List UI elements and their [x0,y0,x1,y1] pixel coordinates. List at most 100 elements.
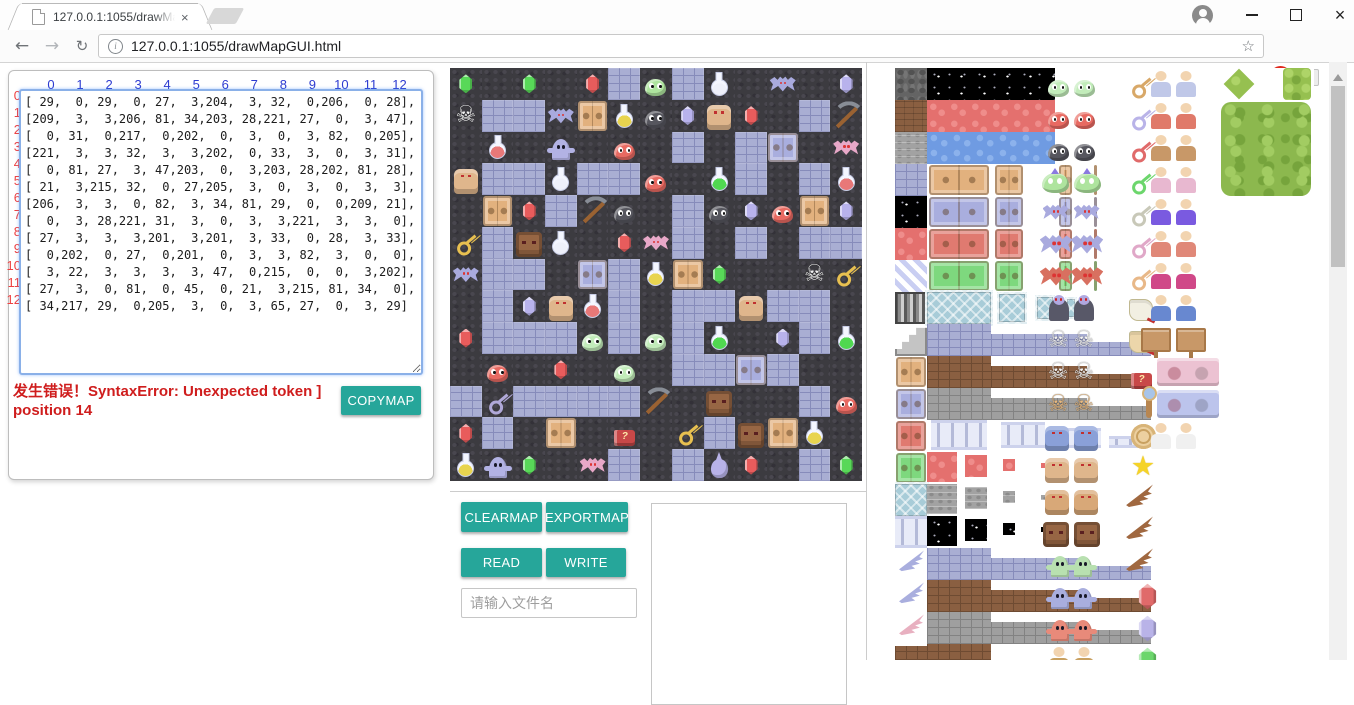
refresh-icon[interactable]: ↻ [68,30,96,61]
map-cell-golem[interactable] [450,163,482,195]
tileset-item-white-girl-pair[interactable] [1157,420,1189,452]
map-cell-blue-door[interactable] [735,354,767,386]
map-cell-dark-floor[interactable] [735,386,767,418]
map-cell-black-slime[interactable] [640,100,672,132]
tileset-item-redf[interactable] [965,455,987,477]
tileset-item-big-tree[interactable] [1221,102,1311,196]
tileset-item-redf[interactable] [895,228,927,260]
map-cell-brick-wall[interactable] [608,68,640,100]
map-cell-dark-floor[interactable] [799,68,831,100]
map-cell-dark-floor[interactable] [672,386,704,418]
map-cell-dark-floor[interactable] [545,449,577,481]
map-cell-golem[interactable] [545,290,577,322]
tileset-item-old-man-pair[interactable] [1157,68,1189,100]
map-cell-brick-wall[interactable] [735,163,767,195]
tileset-item-red-bat-pair[interactable] [1055,260,1087,292]
map-cell-purple-gem[interactable] [672,100,704,132]
map-cell-red-slime[interactable] [830,386,862,418]
tileset-item-brickgray[interactable] [927,612,991,644]
map-cell-brick-wall[interactable] [450,386,482,418]
tab-close-icon[interactable]: × [181,11,189,24]
map-cell-dark-floor[interactable] [767,259,799,291]
tileset-item-pillar[interactable] [1001,422,1045,448]
tileset-item-red-gem[interactable] [1131,580,1163,612]
map-cell-orange-door[interactable] [672,259,704,291]
tileset-item-brickblue[interactable] [927,324,991,356]
map-cell-dark-floor[interactable] [640,449,672,481]
map-cell-brick-wall[interactable] [735,132,767,164]
map-cell-brick-wall[interactable] [767,290,799,322]
browser-tab[interactable]: 127.0.0.1:1055/drawMa × [22,3,198,30]
map-cell-brick-wall[interactable] [672,322,704,354]
tileset-item-cowboy-pair[interactable] [1055,644,1087,660]
tileset-item-door[interactable] [928,164,990,196]
map-cell-brick-wall[interactable] [608,322,640,354]
tileset-item-night[interactable] [927,68,1055,100]
tileset-item-slime-king-pair[interactable] [1055,164,1087,196]
map-cell-red-gem[interactable] [450,322,482,354]
map-cell-red-gem[interactable] [735,100,767,132]
map-cell-dark-floor[interactable] [767,227,799,259]
map-cell-red-gem[interactable] [577,68,609,100]
map-cell-brick-wall[interactable] [672,195,704,227]
tileset-item-pillar[interactable] [931,420,987,450]
tileset-item-door[interactable] [895,452,927,484]
tileset-item-pink-altar[interactable] [1157,358,1219,386]
map-cell-pickaxe[interactable] [640,386,672,418]
map-cell-dark-floor[interactable] [767,386,799,418]
map-cell-green-gem[interactable] [513,68,545,100]
tileset-item-wizard-pair[interactable] [1157,196,1189,228]
map-cell-green-gem[interactable] [450,68,482,100]
map-cell-brick-wall[interactable] [482,163,514,195]
map-cell-green-gem[interactable] [513,449,545,481]
tileset-item-skeleton-pair[interactable]: ☠☠ [1055,324,1087,356]
map-cell-golem[interactable] [704,100,736,132]
map-cell-brick-wall[interactable] [513,163,545,195]
map-cell-purple-gem[interactable] [513,290,545,322]
map-cell-red-gem[interactable] [450,417,482,449]
map-cell-green-potion[interactable] [704,163,736,195]
map-cell-dark-floor[interactable] [513,417,545,449]
map-cell-gold-key[interactable] [672,417,704,449]
map-cell-pickaxe[interactable] [830,100,862,132]
map-cell-black-slime[interactable] [704,195,736,227]
map-cell-pale-green-slime[interactable] [640,322,672,354]
tileset-item-diag[interactable] [895,260,927,292]
map-cell-dark-floor[interactable] [545,68,577,100]
tileset-item-lattice[interactable] [895,484,927,516]
tileset-item-door[interactable] [895,388,927,420]
tileset-item-fighter-pair[interactable] [1157,132,1189,164]
map-cell-yellow-potion[interactable] [450,449,482,481]
map-cell-ghost[interactable] [482,449,514,481]
map-cell-brick-wall[interactable] [799,322,831,354]
map-cell-stone-face[interactable] [704,386,736,418]
tileset-item-lattice[interactable] [927,292,991,324]
map-cell-dark-floor[interactable] [672,163,704,195]
map-cell-brick-wall[interactable] [577,386,609,418]
map-cell-brick-wall[interactable] [482,227,514,259]
map-cell-dark-floor[interactable] [577,227,609,259]
map-cell-red-gem[interactable] [735,449,767,481]
tileset-item-brickbrown[interactable] [895,646,927,660]
map-cell-brick-wall[interactable] [545,195,577,227]
map-cell-brick-wall[interactable] [545,386,577,418]
filename-input[interactable] [461,588,637,618]
map-cell-green-gem[interactable] [704,259,736,291]
map-cell-dark-floor[interactable] [799,132,831,164]
map-cell-pink-bat[interactable] [577,449,609,481]
map-cell-purple-gem[interactable] [735,195,767,227]
map-cell-dark-floor[interactable] [830,417,862,449]
map-cell-green-gem[interactable] [830,449,862,481]
map-cell-dark-floor[interactable] [450,354,482,386]
tileset-item-bat-pair[interactable] [1055,196,1087,228]
map-cell-brick-wall[interactable] [672,227,704,259]
map-cell-purple-bat[interactable] [767,68,799,100]
map-cell-orange-door[interactable] [767,417,799,449]
tileset-item-golem-shield-pair[interactable] [1055,484,1087,516]
tileset-item-skeleton-soldier-pair[interactable]: ☠☠ [1055,356,1087,388]
map-cell-dark-floor[interactable] [450,132,482,164]
map-cell-brick-wall[interactable] [704,417,736,449]
map-cell-brick-wall[interactable] [482,259,514,291]
map-cell-purple-bat[interactable] [450,259,482,291]
map-cell-dark-floor[interactable] [640,195,672,227]
